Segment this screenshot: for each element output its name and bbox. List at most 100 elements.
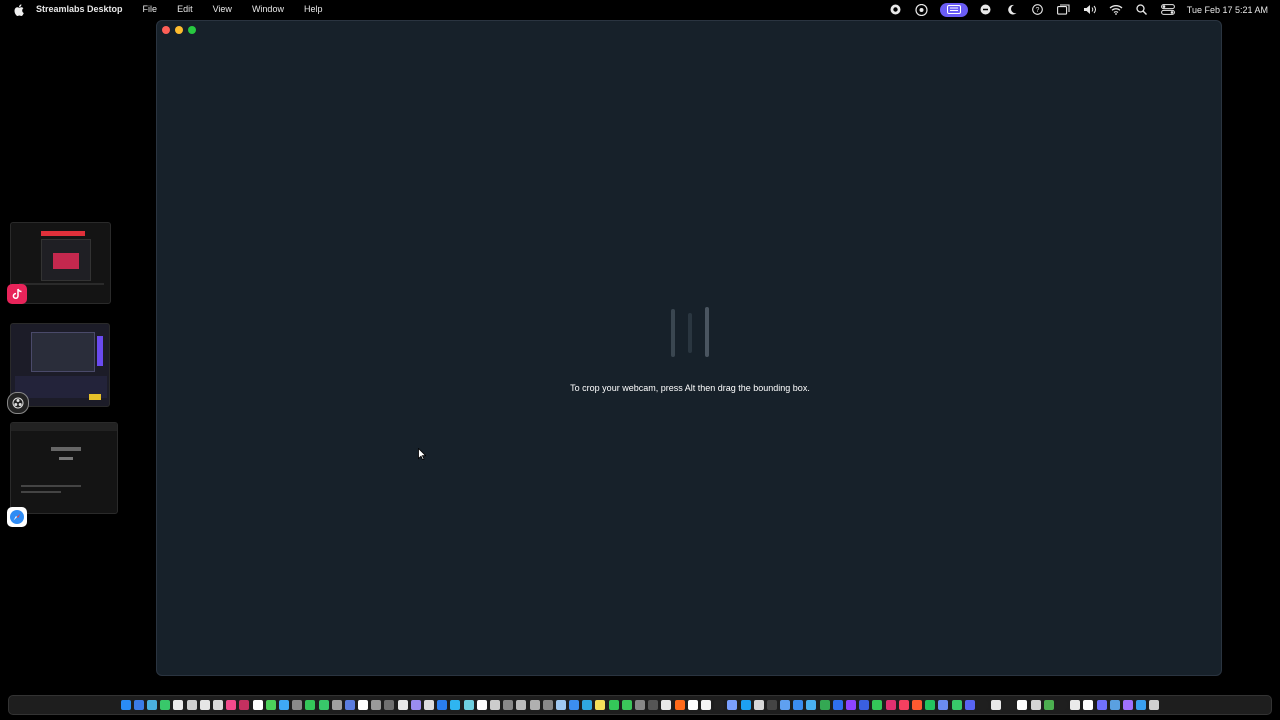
dock-app-icon[interactable]: [1096, 700, 1107, 710]
tiktok-icon[interactable]: [7, 284, 27, 304]
dock-app-icon[interactable]: [885, 700, 896, 710]
volume-icon[interactable]: [1082, 3, 1098, 17]
dock-app-icon[interactable]: [991, 700, 1002, 710]
dock-app-icon[interactable]: [595, 700, 606, 710]
menu-help[interactable]: Help: [294, 0, 333, 19]
dock-app-icon[interactable]: [516, 700, 527, 710]
dock-app-icon[interactable]: [147, 700, 158, 710]
dock-app-icon[interactable]: [608, 700, 619, 710]
dock-app-icon[interactable]: [753, 700, 764, 710]
dock-app-icon[interactable]: [1136, 700, 1147, 710]
dock-app-icon[interactable]: [278, 700, 289, 710]
dock-app-icon[interactable]: [727, 700, 738, 710]
dock-app-icon[interactable]: [213, 700, 223, 710]
safari-window-thumbnail[interactable]: [10, 422, 118, 514]
dock-app-icon[interactable]: [700, 700, 711, 710]
screen-share-icon[interactable]: [914, 3, 930, 17]
stage-manager-icon[interactable]: [939, 2, 968, 17]
dock-app-icon[interactable]: [740, 700, 751, 710]
dock-app-icon[interactable]: [872, 700, 883, 710]
dock-app-icon[interactable]: [489, 700, 500, 710]
grammarly-icon[interactable]: [978, 3, 994, 17]
app-menu[interactable]: Streamlabs Desktop: [36, 0, 133, 19]
dock-app-icon[interactable]: [1070, 700, 1081, 710]
dock-app-icon[interactable]: [977, 700, 988, 710]
dock-app-icon[interactable]: [1043, 700, 1054, 710]
dock-app-icon[interactable]: [925, 700, 936, 710]
menu-edit[interactable]: Edit: [167, 0, 203, 19]
dock-app-icon[interactable]: [1083, 700, 1094, 710]
dock-app-icon[interactable]: [410, 700, 421, 710]
dock-app-icon[interactable]: [859, 700, 870, 710]
dock-app-icon[interactable]: [674, 700, 685, 710]
dock-app-icon[interactable]: [898, 700, 909, 710]
dock-app-icon[interactable]: [397, 700, 408, 710]
dock-app-icon[interactable]: [199, 700, 210, 710]
dock-app-icon[interactable]: [437, 700, 448, 710]
dock-app-icon[interactable]: [265, 700, 276, 710]
obs-icon[interactable]: [7, 392, 29, 414]
dock-app-icon[interactable]: [819, 700, 830, 710]
dock-app-icon[interactable]: [1017, 700, 1028, 710]
dock-app-icon[interactable]: [450, 700, 461, 710]
dock-app-icon[interactable]: [186, 700, 197, 710]
dock-app-icon[interactable]: [569, 700, 580, 710]
dock-app-icon[interactable]: [226, 700, 237, 710]
dock-app-icon[interactable]: [133, 700, 144, 710]
menu-bar-clock[interactable]: Tue Feb 17 5:21 AM: [1187, 5, 1268, 15]
dock-app-icon[interactable]: [542, 700, 553, 710]
control-center-icon[interactable]: [1160, 3, 1176, 17]
window-close-button[interactable]: [162, 26, 170, 34]
dock-app-icon[interactable]: [1030, 700, 1041, 710]
dock-app-icon[interactable]: [687, 700, 698, 710]
dock-app-icon[interactable]: [331, 700, 342, 710]
dock-app-icon[interactable]: [173, 700, 184, 710]
dock-app-icon[interactable]: [846, 700, 856, 710]
dock-app-icon[interactable]: [1149, 700, 1160, 710]
dock-app-icon[interactable]: [555, 700, 566, 710]
window-maximize-button[interactable]: [188, 26, 196, 34]
menu-file[interactable]: File: [133, 0, 168, 19]
dock-app-icon[interactable]: [766, 700, 777, 710]
dock-app-icon[interactable]: [503, 700, 514, 710]
dock-app-icon[interactable]: [1057, 700, 1067, 710]
help-circle-icon[interactable]: ?: [1030, 3, 1046, 17]
dock-app-icon[interactable]: [371, 700, 382, 710]
dock-app-icon[interactable]: [964, 700, 975, 710]
dock-app-icon[interactable]: [951, 700, 962, 710]
dock-app-icon[interactable]: [160, 700, 171, 710]
dock-app-icon[interactable]: [780, 700, 791, 710]
dock-app-icon[interactable]: [648, 700, 659, 710]
dock-app-icon[interactable]: [252, 700, 263, 710]
dock-app-icon[interactable]: [384, 700, 395, 710]
window-icon[interactable]: [1056, 3, 1072, 17]
moon-icon[interactable]: [1004, 3, 1020, 17]
record-icon[interactable]: [888, 3, 904, 17]
dock-app-icon[interactable]: [911, 700, 922, 710]
dock-app-icon[interactable]: [1004, 700, 1015, 710]
dock-app-icon[interactable]: [120, 700, 131, 710]
wifi-icon[interactable]: [1108, 3, 1124, 17]
dock-app-icon[interactable]: [582, 700, 593, 710]
dock-app-icon[interactable]: [529, 700, 540, 710]
dock-app-icon[interactable]: [806, 700, 817, 710]
apple-menu-icon[interactable]: [13, 0, 25, 19]
dock-app-icon[interactable]: [292, 700, 303, 710]
dock-app-icon[interactable]: [714, 700, 725, 710]
dock-app-icon[interactable]: [463, 700, 474, 710]
dock-app-icon[interactable]: [305, 700, 316, 710]
dock-app-icon[interactable]: [635, 700, 645, 710]
window-minimize-button[interactable]: [175, 26, 183, 34]
dock-app-icon[interactable]: [1109, 700, 1120, 710]
safari-icon[interactable]: [7, 507, 27, 527]
dock-app-icon[interactable]: [318, 700, 329, 710]
dock-app-icon[interactable]: [938, 700, 949, 710]
dock-app-icon[interactable]: [424, 700, 434, 710]
dock-app-icon[interactable]: [661, 700, 672, 710]
search-icon[interactable]: [1134, 3, 1150, 17]
menu-window[interactable]: Window: [242, 0, 294, 19]
dock-app-icon[interactable]: [793, 700, 804, 710]
dock-app-icon[interactable]: [239, 700, 250, 710]
dock-app-icon[interactable]: [358, 700, 369, 710]
dock-app-icon[interactable]: [621, 700, 632, 710]
